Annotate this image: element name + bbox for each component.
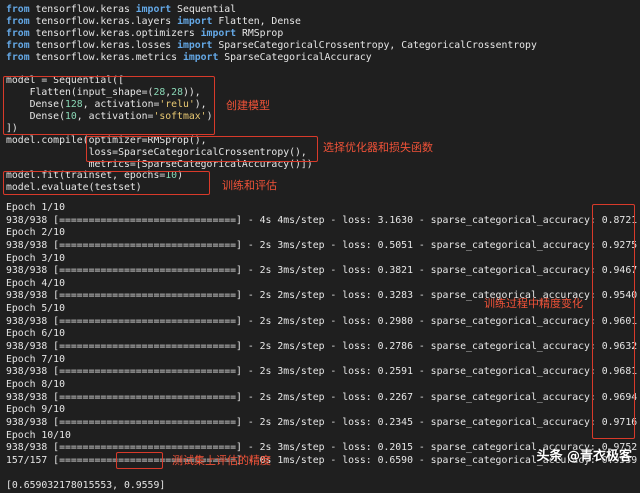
code-token: RMSprop bbox=[236, 27, 284, 39]
code-line: from tensorflow.keras.losses import Spar… bbox=[6, 40, 640, 52]
code-token: from bbox=[6, 27, 30, 39]
output-line: Epoch 9/10 bbox=[6, 404, 65, 416]
code-token: 'softmax' bbox=[153, 111, 207, 123]
output-line: [0.659032178015553, 0.9559] bbox=[6, 480, 166, 492]
code-line: from tensorflow.keras import Sequential bbox=[6, 4, 640, 16]
code-token: import bbox=[200, 27, 237, 39]
code-token: from bbox=[6, 15, 30, 27]
output-line: 938/938 [==============================]… bbox=[6, 265, 638, 277]
code-token: ), bbox=[194, 99, 207, 111]
code-token: 28 bbox=[153, 87, 166, 99]
code-line: model.evaluate(testset) bbox=[6, 182, 640, 194]
output-line: 938/938 [==============================]… bbox=[6, 315, 638, 327]
code-token: Dense( bbox=[6, 99, 65, 111]
code-token: from bbox=[6, 51, 30, 63]
code-line: from tensorflow.keras.metrics import Spa… bbox=[6, 52, 640, 64]
code-token: import bbox=[182, 51, 219, 63]
output-line: 938/938 [==============================]… bbox=[6, 239, 638, 251]
code-token: import bbox=[135, 4, 172, 15]
code-token: from bbox=[6, 39, 30, 51]
code-line: Flatten(input_shape=(28,28)), bbox=[6, 87, 640, 99]
output-line: Epoch 3/10 bbox=[6, 252, 65, 264]
code-line: Dense(128, activation='relu'), bbox=[6, 99, 640, 111]
code-token: tensorflow.keras bbox=[29, 4, 136, 15]
output-line: Epoch 6/10 bbox=[6, 328, 65, 340]
code-token: Flatten, Dense bbox=[212, 15, 301, 27]
code-token: tensorflow.keras.optimizers bbox=[29, 27, 201, 39]
code-token: , activation= bbox=[82, 99, 160, 111]
annotation-create-model: 创建模型 bbox=[226, 99, 270, 112]
output-line: Epoch 4/10 bbox=[6, 277, 65, 289]
output-line: 938/938 [==============================]… bbox=[6, 366, 638, 378]
watermark: 头条 @青衣极客 bbox=[536, 449, 632, 464]
code-token: model.fit(trainset, epochs= bbox=[6, 170, 166, 182]
code-token: , activation= bbox=[76, 111, 154, 123]
code-token: tensorflow.keras.layers bbox=[29, 15, 178, 27]
output-line: Epoch 10/10 bbox=[6, 429, 71, 441]
code-token: ) bbox=[177, 170, 183, 182]
output-line: 938/938 [==============================]… bbox=[6, 391, 638, 403]
code-line: ]) bbox=[6, 123, 640, 135]
code-token: 28 bbox=[171, 87, 183, 99]
code-token: ) bbox=[206, 111, 213, 123]
annotation-accuracy-change: 训练过程中精度变化 bbox=[484, 297, 583, 310]
code-cell[interactable]: from tensorflow.keras import Sequential f… bbox=[6, 4, 640, 194]
code-token: ]) bbox=[6, 122, 18, 134]
code-token: Sequential bbox=[171, 4, 237, 15]
code-token: model.evaluate(testset) bbox=[6, 182, 142, 194]
code-token: tensorflow.keras.metrics bbox=[29, 51, 183, 63]
code-token: import bbox=[177, 15, 213, 27]
code-token: 10 bbox=[165, 170, 178, 182]
annotation-optimizer-loss: 选择优化器和损失函数 bbox=[323, 141, 433, 154]
code-line: model.fit(trainset, epochs=10) bbox=[6, 170, 640, 182]
code-token: SparseCategoricalAccuracy bbox=[218, 51, 372, 63]
annotation-train-eval: 训练和评估 bbox=[222, 179, 277, 192]
output-line: Epoch 2/10 bbox=[6, 227, 65, 239]
code-token: loss=SparseCategoricalCrossentropy(), bbox=[6, 146, 307, 158]
output-line: Epoch 8/10 bbox=[6, 378, 65, 390]
code-token: from bbox=[6, 4, 30, 15]
output-line: Epoch 1/10 bbox=[6, 202, 65, 213]
code-token: model.compile(optimizer=RMSprop(), bbox=[6, 134, 207, 146]
output-line: 938/938 [==============================]… bbox=[6, 416, 638, 428]
code-token: tensorflow.keras.losses bbox=[29, 39, 178, 51]
code-line: from tensorflow.keras.optimizers import … bbox=[6, 28, 640, 40]
code-token: Flatten(input_shape=( bbox=[6, 87, 154, 99]
output-line: 938/938 [==============================]… bbox=[6, 341, 638, 353]
code-token: Dense( bbox=[6, 111, 65, 123]
code-line: Dense(10, activation='softmax') bbox=[6, 111, 640, 123]
code-token: SparseCategoricalCrossentropy, Categoric… bbox=[212, 39, 537, 51]
output-line: 938/938 [==============================]… bbox=[6, 214, 638, 226]
code-line: model = Sequential([ bbox=[6, 75, 640, 87]
code-line: from tensorflow.keras.layers import Flat… bbox=[6, 16, 640, 28]
code-token: 'relu' bbox=[159, 99, 195, 111]
output-line: Epoch 7/10 bbox=[6, 353, 65, 365]
code-token: metrics=[SparseCategoricalAccuracy()]) bbox=[6, 158, 313, 170]
code-token: model = Sequential([ bbox=[6, 75, 124, 87]
code-token: import bbox=[177, 39, 213, 51]
code-token: 128 bbox=[64, 99, 83, 111]
annotation-test-accuracy: 测试集上评估的精度 bbox=[172, 454, 271, 467]
code-line: metrics=[SparseCategoricalAccuracy()]) bbox=[6, 159, 640, 171]
code-token: )), bbox=[182, 87, 201, 99]
code-token: 10 bbox=[64, 111, 77, 123]
